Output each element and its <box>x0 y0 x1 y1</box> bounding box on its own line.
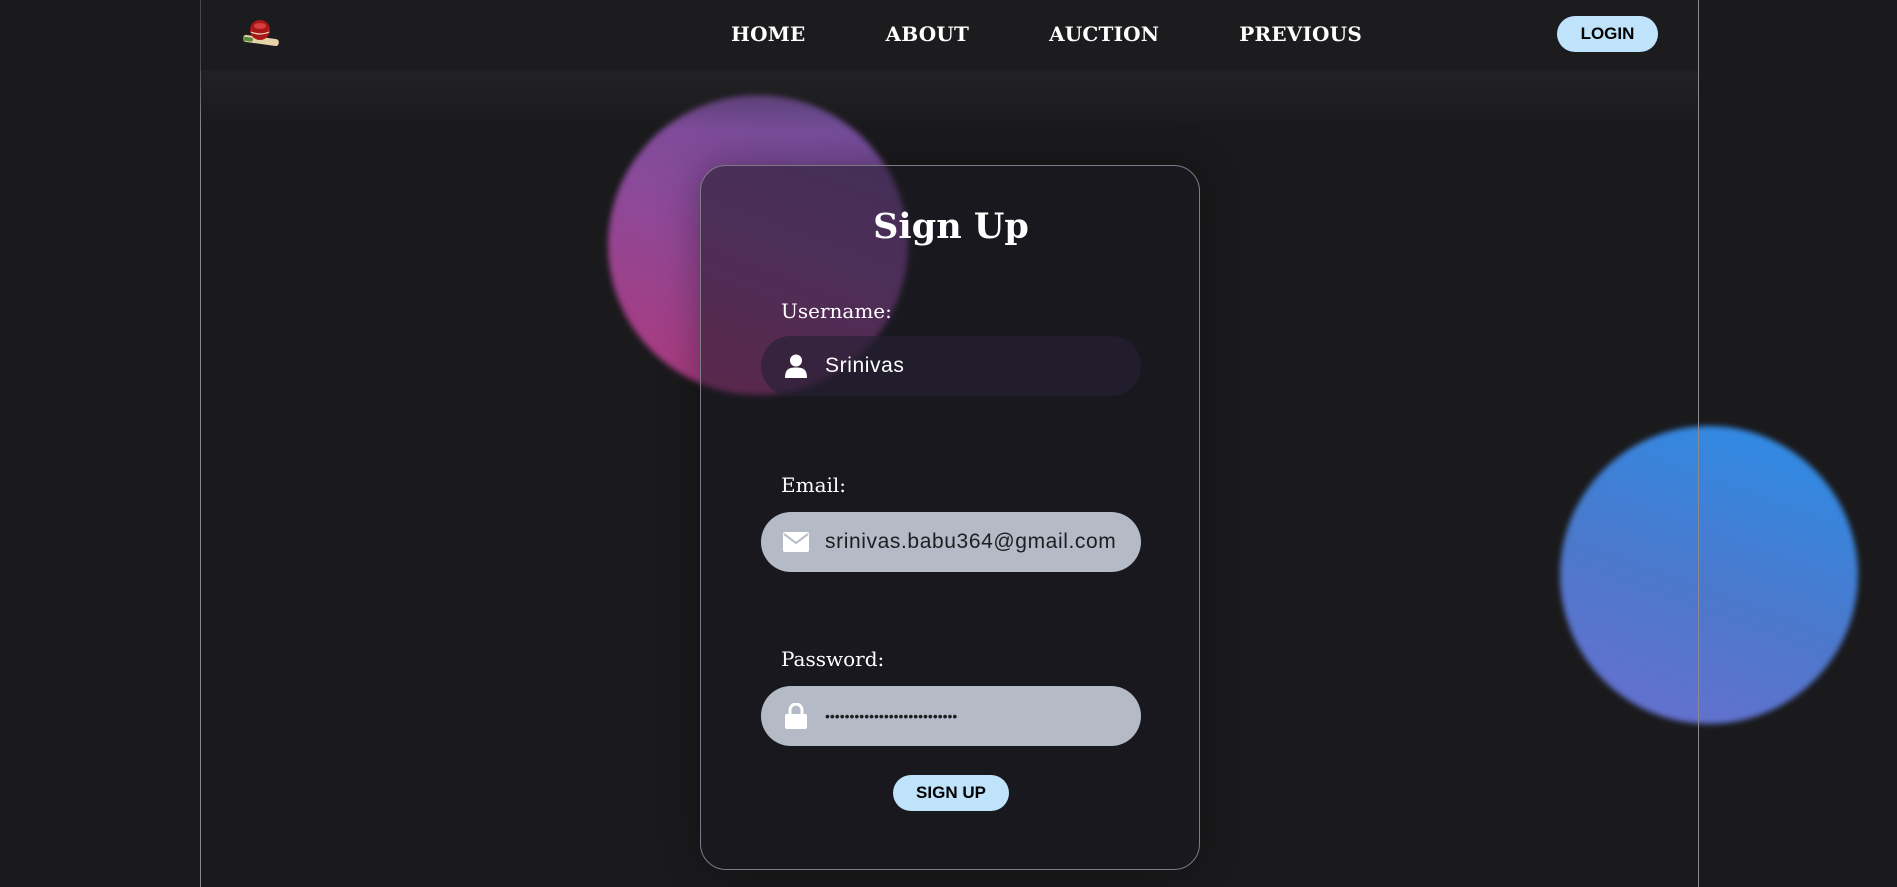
navbar-shadow <box>200 70 1698 130</box>
envelope-icon <box>783 529 809 555</box>
user-icon <box>783 353 809 379</box>
nav-link-previous[interactable]: PREVIOUS <box>1239 22 1362 46</box>
nav-link-about[interactable]: ABOUT <box>886 22 970 46</box>
page: HOME ABOUT AUCTION PREVIOUS LOGIN Sign U… <box>0 0 1897 887</box>
lock-icon <box>783 703 809 729</box>
login-button[interactable]: LOGIN <box>1557 16 1658 52</box>
nav-link-home[interactable]: HOME <box>731 22 806 46</box>
signup-card: Sign Up Username: Srinivas Email: sriniv… <box>700 165 1200 870</box>
password-label: Password: <box>781 647 885 671</box>
decorative-blue-blob <box>1560 426 1858 724</box>
cricket-ball-bat-icon[interactable] <box>241 17 281 51</box>
sign-up-button[interactable]: SIGN UP <box>893 775 1009 811</box>
email-field[interactable]: srinivas.babu364@gmail.com <box>761 512 1141 572</box>
password-value: ••••••••••••••••••••••••••• <box>825 708 958 724</box>
signup-title: Sign Up <box>873 206 1029 247</box>
nav-links: HOME ABOUT AUCTION PREVIOUS <box>731 22 1362 46</box>
username-field[interactable]: Srinivas <box>761 336 1141 396</box>
email-value: srinivas.babu364@gmail.com <box>825 530 1117 553</box>
username-label: Username: <box>781 299 892 323</box>
nav-link-auction[interactable]: AUCTION <box>1049 22 1159 46</box>
frame-border-left <box>200 0 201 887</box>
frame-border-right <box>1698 0 1699 887</box>
password-field[interactable]: ••••••••••••••••••••••••••• <box>761 686 1141 746</box>
email-label: Email: <box>781 473 847 497</box>
username-value: Srinivas <box>825 354 905 377</box>
